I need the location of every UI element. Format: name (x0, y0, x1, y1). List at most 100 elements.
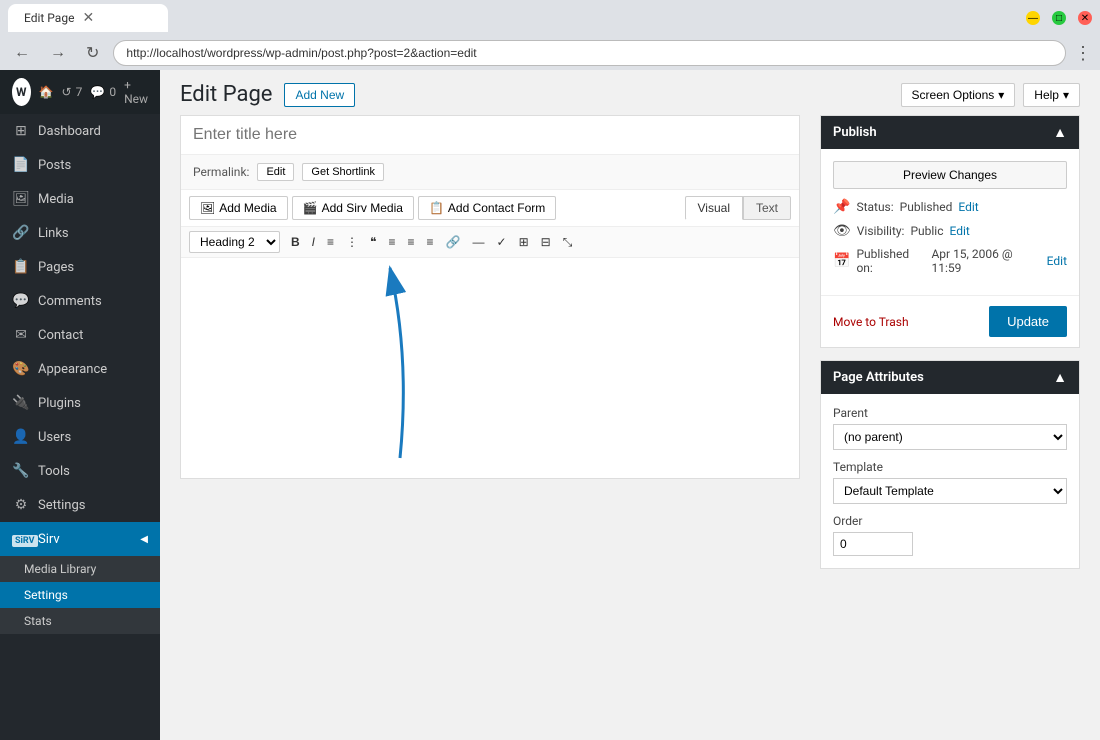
tab-title: Edit Page (24, 11, 74, 25)
status-label: Status: (856, 200, 893, 214)
stats-label: Stats (24, 614, 52, 628)
sidebar-item-sirv-media-library[interactable]: Media Library (0, 556, 160, 582)
add-media-button[interactable]: 🖼 Add Media (189, 196, 288, 220)
align-center-button[interactable]: ≡ (403, 232, 420, 252)
appearance-icon: 🎨 (12, 361, 30, 377)
reload-btn[interactable]: ↻ (80, 41, 105, 65)
order-input[interactable] (833, 532, 913, 556)
sidebar-item-dashboard[interactable]: ⊞ Dashboard (0, 114, 160, 148)
sidebar-item-sirv[interactable]: SiRV Sirv ◀ (0, 522, 160, 556)
admin-bar-home[interactable]: 🏠 (39, 85, 54, 99)
publish-panel-header[interactable]: Publish ▲ (821, 116, 1079, 149)
insert-hr-button[interactable]: — (468, 232, 490, 252)
visual-tab[interactable]: Visual (685, 196, 743, 220)
template-select[interactable]: Default Template (833, 478, 1067, 504)
add-contact-form-button[interactable]: 📋 Add Contact Form (418, 196, 556, 220)
screen-options-button[interactable]: Screen Options ▾ (901, 83, 1016, 107)
sidebar-item-pages[interactable]: 📋 Pages (0, 250, 160, 284)
sidebar-item-label: Links (38, 226, 69, 241)
help-button[interactable]: Help ▾ (1023, 83, 1080, 107)
page-attributes-panel: Page Attributes ▲ Parent (no parent) Tem… (820, 360, 1080, 569)
sidebar-item-media[interactable]: 🖼 Media (0, 182, 160, 216)
comments-icon: 💬 (90, 85, 105, 99)
page-attributes-collapse-icon: ▲ (1053, 369, 1067, 386)
media-library-label: Media Library (24, 562, 96, 576)
close-btn[interactable]: ✕ (1078, 11, 1092, 25)
move-to-trash-link[interactable]: Move to Trash (833, 315, 909, 329)
admin-bar-updates[interactable]: ↺ 7 (62, 85, 83, 99)
status-edit-link[interactable]: Edit (958, 200, 978, 214)
admin-bar-comments[interactable]: 💬 0 (90, 85, 116, 99)
spell-check-button[interactable]: ✓ (492, 232, 512, 252)
sidebar-item-comments[interactable]: 💬 Comments (0, 284, 160, 318)
forward-btn[interactable]: → (44, 42, 72, 64)
status-row: 📌 Status: Published Edit (833, 199, 1067, 215)
published-edit-link[interactable]: Edit (1047, 254, 1067, 268)
table-button[interactable]: ⊞ (514, 232, 534, 252)
sidebar: W 🏠 ↺ 7 💬 0 + New ⊞ Dashboard (0, 70, 160, 740)
more-options-btn[interactable]: ⋮ (1074, 43, 1092, 64)
post-title-input[interactable] (181, 116, 799, 155)
preview-changes-button[interactable]: Preview Changes (833, 161, 1067, 189)
back-btn[interactable]: ← (8, 42, 36, 64)
sidebar-item-label: Pages (38, 260, 74, 275)
visibility-edit-link[interactable]: Edit (950, 224, 970, 238)
updates-icon: ↺ (62, 85, 72, 99)
italic-button[interactable]: I (307, 232, 320, 252)
browser-tab[interactable]: Edit Page ✕ (8, 4, 168, 32)
unordered-list-button[interactable]: ≡ (322, 232, 339, 252)
arrow-annotation (181, 258, 799, 478)
sidebar-item-sirv-stats[interactable]: Stats (0, 608, 160, 634)
sidebar-item-sirv-settings[interactable]: Settings (0, 582, 160, 608)
collapse-arrow-icon: ◀ (140, 534, 148, 545)
add-new-button[interactable]: Add New (284, 83, 355, 107)
browser-titlebar: Edit Page ✕ — □ ✕ (0, 0, 1100, 36)
add-media-icon: 🖼 (200, 201, 215, 215)
maximize-btn[interactable]: □ (1052, 11, 1066, 25)
update-button[interactable]: Update (989, 306, 1067, 337)
sidebar-item-label: Plugins (38, 396, 81, 411)
add-sirv-media-button[interactable]: 🎬 Add Sirv Media (292, 196, 414, 220)
sidebar-item-label: Comments (38, 294, 102, 309)
header-right: Screen Options ▾ Help ▾ (901, 83, 1080, 107)
sidebar-item-posts[interactable]: 📄 Posts (0, 148, 160, 182)
minimize-btn[interactable]: — (1026, 11, 1040, 25)
fullscreen-button[interactable]: ⤡ (558, 232, 578, 253)
bold-button[interactable]: B (286, 232, 305, 252)
editor-body[interactable] (181, 258, 799, 478)
permalink-edit-button[interactable]: Edit (257, 163, 294, 181)
sidebar-item-plugins[interactable]: 🔌 Plugins (0, 386, 160, 420)
pin-icon: 📌 (833, 199, 850, 215)
sidebar-item-appearance[interactable]: 🎨 Appearance (0, 352, 160, 386)
wp-logo[interactable]: W (12, 78, 31, 106)
permalink-bar: Permalink: Edit Get Shortlink (181, 155, 799, 190)
page-attributes-body: Parent (no parent) Template Default Temp… (821, 394, 1079, 568)
table2-button[interactable]: ⊟ (536, 232, 556, 252)
address-bar[interactable] (113, 40, 1066, 66)
page-title-text: Edit Page (180, 82, 272, 107)
align-left-button[interactable]: ≡ (384, 232, 401, 252)
tab-close-btn[interactable]: ✕ (82, 10, 94, 26)
insert-link-button[interactable]: 🔗 (441, 232, 466, 252)
admin-bar: W 🏠 ↺ 7 💬 0 + New (0, 70, 160, 114)
align-right-button[interactable]: ≡ (422, 232, 439, 252)
sidebar-item-contact[interactable]: ✉ Contact (0, 318, 160, 352)
tools-icon: 🔧 (12, 463, 30, 479)
sidebar-item-settings[interactable]: ⚙ Settings (0, 488, 160, 522)
sidebar-item-label: Settings (38, 498, 85, 513)
admin-bar-new[interactable]: + New (124, 78, 148, 106)
format-select[interactable]: Heading 2 Heading 1 Paragraph (189, 231, 280, 253)
ordered-list-button[interactable]: ⋮ (341, 232, 363, 252)
sidebar-item-tools[interactable]: 🔧 Tools (0, 454, 160, 488)
get-shortlink-button[interactable]: Get Shortlink (302, 163, 384, 181)
text-tab[interactable]: Text (743, 196, 791, 220)
visibility-label: Visibility: (857, 224, 905, 238)
sidebar-item-links[interactable]: 🔗 Links (0, 216, 160, 250)
blockquote-button[interactable]: ❝ (365, 232, 381, 252)
users-icon: 👤 (12, 429, 30, 445)
updates-count: 7 (76, 85, 83, 99)
sidebar-item-users[interactable]: 👤 Users (0, 420, 160, 454)
page-attributes-header[interactable]: Page Attributes ▲ (821, 361, 1079, 394)
parent-select[interactable]: (no parent) (833, 424, 1067, 450)
page-title: Edit Page Add New (180, 82, 355, 107)
